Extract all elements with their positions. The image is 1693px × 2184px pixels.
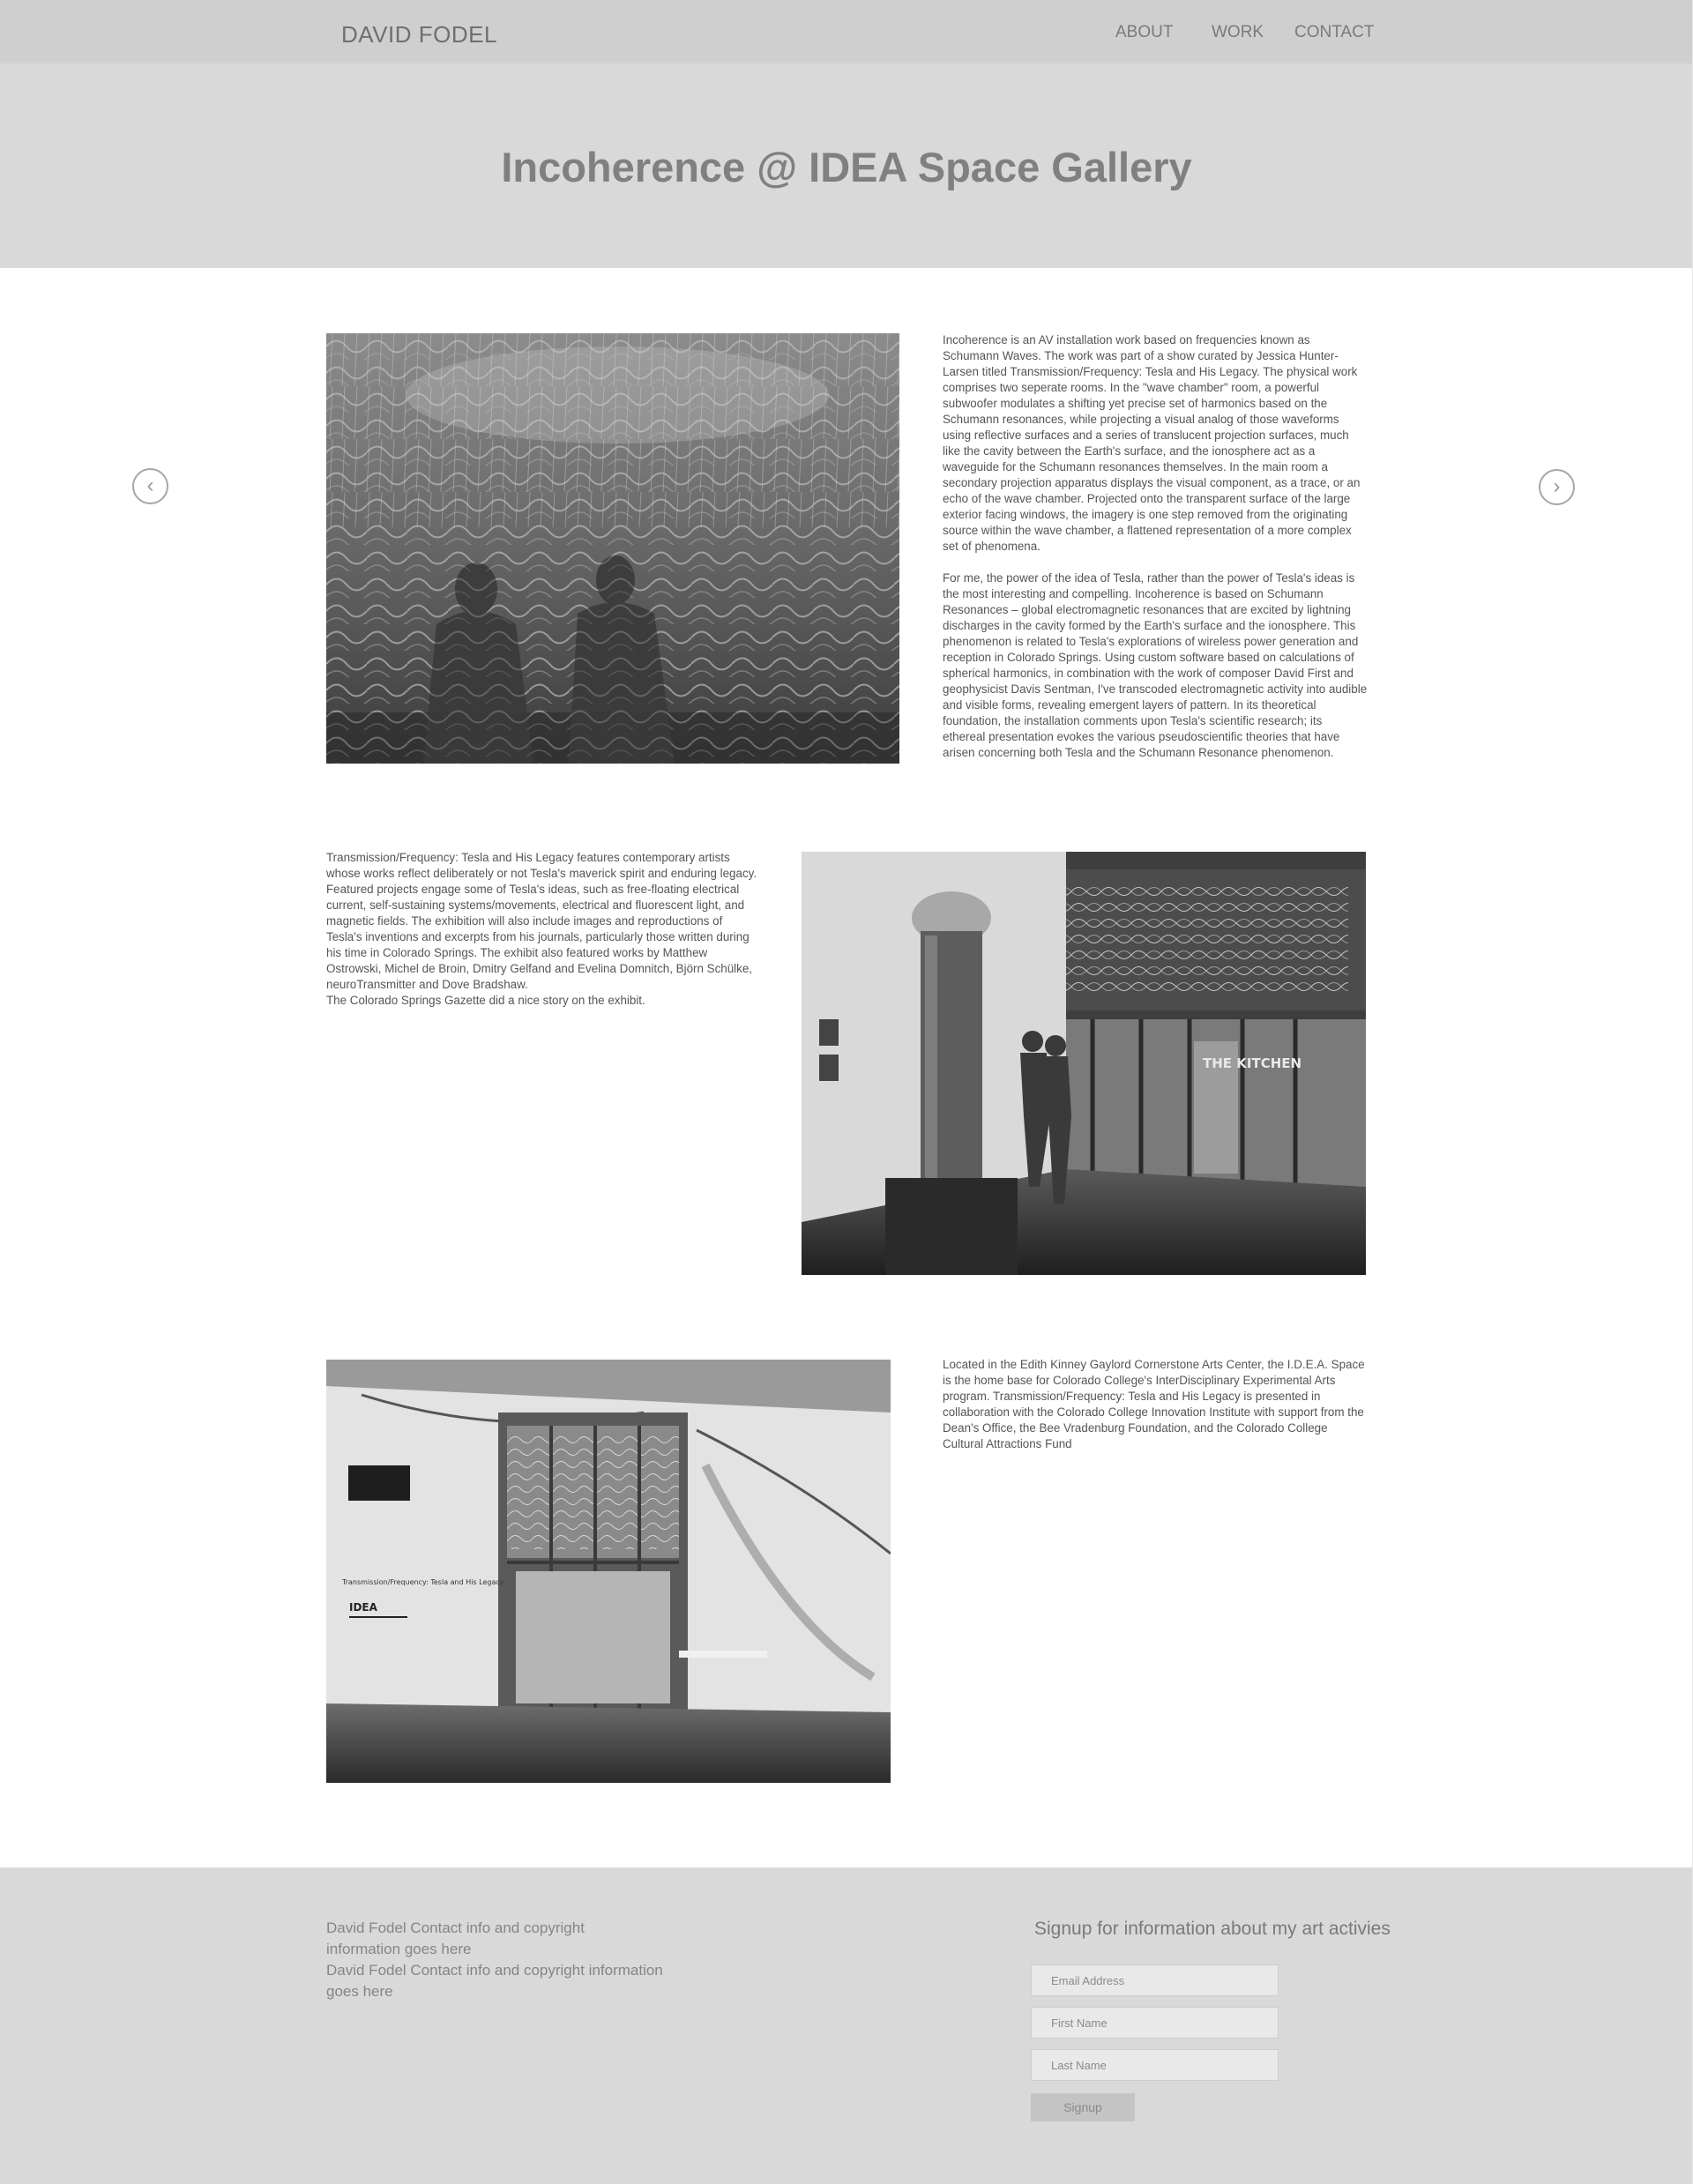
description-paragraph: For me, the power of the idea of Tesla, … [943,571,1368,759]
email-field[interactable] [1031,1964,1279,1996]
nav-work-link[interactable]: WORK [1212,23,1264,42]
gazette-story-link[interactable]: The Colorado Springs Gazette did a nice … [326,994,645,1007]
exhibition-description: Transmission/Frequency: Tesla and His Le… [326,850,758,1009]
carousel-next-button[interactable]: › [1539,469,1575,505]
contact-info-line: David Fodel Contact info and copyright i… [326,1962,663,2000]
exhibition-text: Transmission/Frequency: Tesla and His Le… [326,851,757,991]
contact-info: David Fodel Contact info and copyright i… [326,1918,679,2002]
photo-sign-logo: IDEA [349,1601,378,1614]
signup-button[interactable]: Signup [1031,2093,1135,2121]
venue-description: Located in the Edith Kinney Gaylord Corn… [943,1358,1365,1450]
contact-info-line: David Fodel Contact info and copyright i… [326,1919,585,1957]
signup-title: Signup for information about my art acti… [1034,1919,1391,1939]
carousel-prev-button[interactable]: ‹ [132,468,168,504]
first-name-field[interactable] [1031,2007,1279,2039]
nav-about-link[interactable]: ABOUT [1115,23,1173,42]
project-description: Incoherence is an AV installation work b… [943,332,1368,777]
photo-sign-text: THE KITCHEN [1203,1055,1301,1071]
gallery-interior-photo: THE KITCHEN [802,852,1366,1275]
page-hero: Incoherence @ IDEA Space Gallery [0,63,1693,268]
page-title: Incoherence @ IDEA Space Gallery [501,144,1192,190]
idea-space-lobby-photo: Transmission/Frequency: Tesla and His Le… [326,1360,891,1783]
photo-sign-title: Transmission/Frequency: Tesla and His Le… [341,1578,504,1586]
last-name-field[interactable] [1031,2049,1279,2081]
description-paragraph: Incoherence is an AV installation work b… [943,333,1361,553]
chevron-left-icon: ‹ [146,473,154,497]
chevron-right-icon: › [1553,474,1561,498]
site-footer: David Fodel Contact info and copyright i… [0,1867,1693,2184]
nav-contact-link[interactable]: CONTACT [1294,23,1374,42]
wave-chamber-photo [326,333,899,764]
site-brand[interactable]: DAVID FODEL [341,21,497,48]
top-navbar: DAVID FODEL ABOUT WORK CONTACT [0,0,1693,63]
